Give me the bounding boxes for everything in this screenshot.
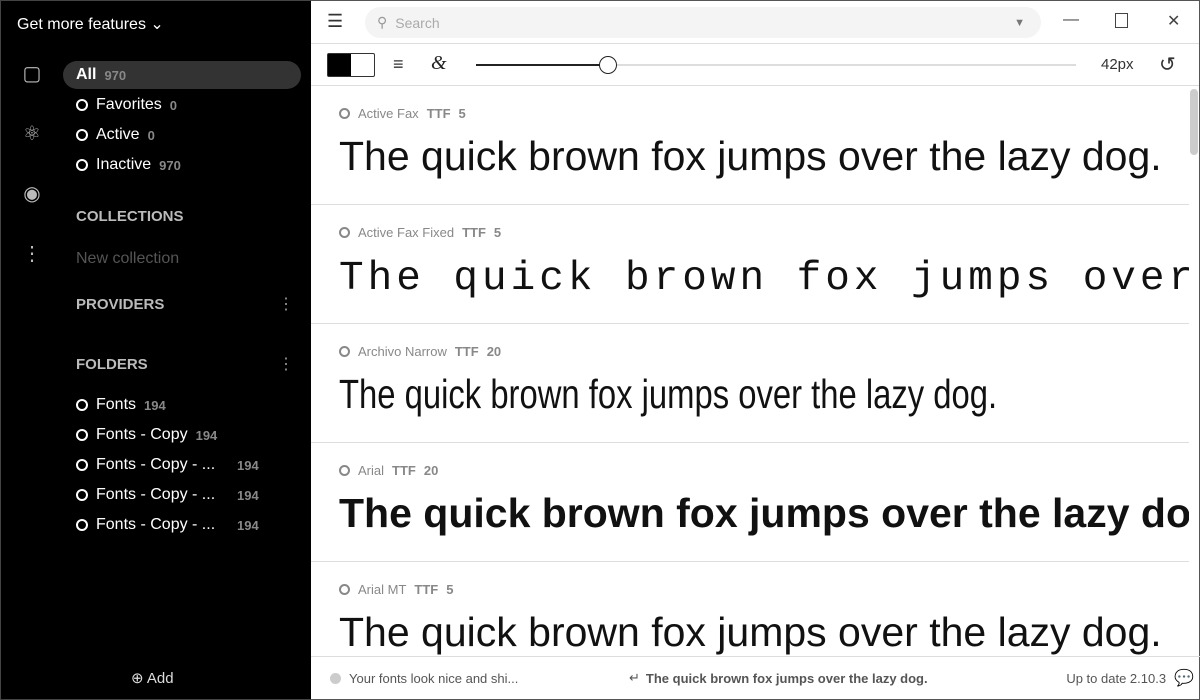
atom-icon[interactable]: ⚛ bbox=[17, 121, 47, 146]
maximize-button[interactable] bbox=[1115, 13, 1128, 28]
align-left-icon[interactable]: ≡ bbox=[393, 54, 404, 75]
providers-heading: PROVIDERS bbox=[76, 296, 165, 313]
sidebar: Get more features ⌄ ▢ ⚛ ◉ ⋮ All 970 Favor… bbox=[0, 0, 311, 700]
circle-icon[interactable] bbox=[339, 346, 350, 357]
providers-more-icon[interactable]: ⋮ bbox=[278, 294, 294, 314]
circle-icon bbox=[76, 159, 88, 171]
circle-icon bbox=[76, 399, 88, 411]
circle-icon bbox=[76, 129, 88, 141]
font-list: Active Fax TTF 5 The quick brown fox jumps … bbox=[311, 86, 1189, 658]
new-collection-button[interactable]: New collection bbox=[76, 250, 179, 268]
circle-icon bbox=[76, 489, 88, 501]
get-more-features-button[interactable]: Get more features ⌄ bbox=[17, 14, 164, 34]
circle-icon bbox=[76, 429, 88, 441]
add-button[interactable]: ⊕ Add bbox=[131, 669, 174, 687]
font-row[interactable]: Arial TTF 20 The quick brown fox jumps over… bbox=[311, 443, 1189, 562]
circle-icon bbox=[76, 519, 88, 531]
nav-favorites[interactable]: Favorites 0 bbox=[63, 91, 301, 119]
nav-inactive[interactable]: Inactive 970 bbox=[63, 151, 301, 179]
collections-heading: COLLECTIONS bbox=[76, 208, 184, 225]
font-sample: The quick brown fox jumps over the lazy … bbox=[339, 256, 1189, 302]
more-icon[interactable]: ⋮ bbox=[17, 241, 47, 266]
folders-more-icon[interactable]: ⋮ bbox=[278, 354, 294, 374]
font-sample: The quick brown fox jumps over the lazy … bbox=[339, 371, 998, 417]
chat-icon[interactable]: 💬 bbox=[1174, 668, 1194, 688]
plus-circle-icon: ⊕ bbox=[131, 670, 144, 687]
color-invert-toggle[interactable] bbox=[327, 53, 375, 77]
font-sample: The quick brown fox jumps over the lazy … bbox=[339, 609, 1162, 655]
font-row[interactable]: Arial MT TTF 5 The quick brown fox jumps ov… bbox=[311, 562, 1189, 658]
minimize-button[interactable]: — bbox=[1063, 11, 1079, 29]
dropdown-arrow-icon[interactable]: ▼ bbox=[1014, 17, 1025, 29]
font-size-slider[interactable] bbox=[476, 56, 1076, 74]
circle-icon[interactable] bbox=[339, 584, 350, 595]
layout-toggle-icon[interactable]: ☰ bbox=[327, 11, 343, 32]
ampersand-glyphs-icon[interactable]: & bbox=[431, 52, 447, 75]
status-bar: Your fonts look nice and shi... ↵ The qu… bbox=[311, 656, 1200, 699]
chevron-down-icon: ⌄ bbox=[150, 16, 164, 33]
circle-icon bbox=[76, 459, 88, 471]
font-size-value: 42px bbox=[1101, 56, 1134, 73]
folder-item[interactable]: Fonts - Copy - ... 194 bbox=[63, 451, 301, 479]
circle-icon[interactable] bbox=[339, 465, 350, 476]
font-row[interactable]: Archivo Narrow TTF 20 The quick brown fox j… bbox=[311, 324, 1189, 443]
folder-item[interactable]: Fonts 194 bbox=[63, 391, 301, 419]
nav-active[interactable]: Active 0 bbox=[63, 121, 301, 149]
font-sample: The quick brown fox jumps over the lazy … bbox=[339, 133, 1162, 179]
folder-item[interactable]: Fonts - Copy - ... 194 bbox=[63, 511, 301, 539]
preview-text[interactable]: The quick brown fox jumps over the lazy … bbox=[646, 671, 928, 686]
font-row[interactable]: Active Fax Fixed TTF 5 The quick brown fox … bbox=[311, 205, 1189, 324]
return-icon: ↵ bbox=[629, 670, 640, 685]
font-sample: The quick brown fox jumps over the lazy … bbox=[339, 490, 1189, 536]
close-button[interactable]: ✕ bbox=[1167, 11, 1180, 31]
scrollbar[interactable] bbox=[1190, 89, 1198, 155]
status-dot-icon bbox=[330, 672, 341, 684]
font-row[interactable]: Active Fax TTF 5 The quick brown fox jumps … bbox=[311, 86, 1189, 205]
search-icon: ⚲ bbox=[377, 14, 388, 30]
folder-item[interactable]: Fonts - Copy - ... 194 bbox=[63, 481, 301, 509]
slider-knob[interactable] bbox=[599, 56, 617, 74]
fonts-library-icon[interactable]: ▢ bbox=[17, 61, 47, 86]
search-input[interactable]: ⚲ Search ▼ bbox=[365, 7, 1041, 38]
folders-heading: FOLDERS bbox=[76, 356, 148, 373]
broadcast-icon[interactable]: ◉ bbox=[17, 181, 47, 206]
circle-icon[interactable] bbox=[339, 108, 350, 119]
reset-icon[interactable]: ↺ bbox=[1159, 52, 1176, 77]
main-panel: ☰ ⚲ Search ▼ — ✕ ≡ & 42px ↺ Active Fax TTF 5… bbox=[311, 0, 1200, 700]
nav-all[interactable]: All 970 bbox=[63, 61, 301, 89]
circle-icon bbox=[76, 99, 88, 111]
folder-item[interactable]: Fonts - Copy 194 bbox=[63, 421, 301, 449]
circle-icon[interactable] bbox=[339, 227, 350, 238]
